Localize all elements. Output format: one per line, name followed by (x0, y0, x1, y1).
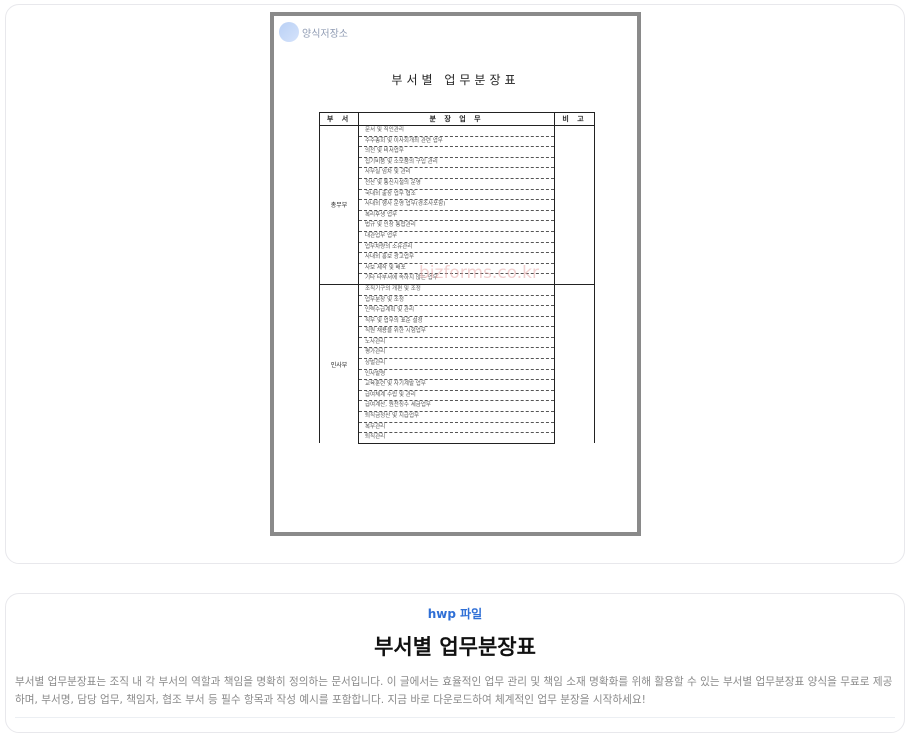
document-title: 부서별 업무분장표 (391, 73, 520, 87)
duty-cell: 인사발령 (358, 369, 555, 381)
table-row: 평가관리 (320, 347, 595, 360)
duty-cell: 복리후생 업무 (358, 210, 555, 222)
divider (15, 717, 895, 718)
site-logo: 양식저장소 (279, 22, 348, 42)
header-duty: 분 장 업 무 (358, 112, 555, 126)
duty-cell: 사내외 홍보 광고업무 (358, 252, 555, 264)
duty-cell: 퇴직관리 (358, 432, 555, 444)
duty-cell: 평가관리 (358, 347, 555, 360)
note-cell (554, 283, 595, 444)
table-row: 직무 및 업무의 표준 설정 (320, 316, 595, 328)
duty-cell: 상벌관리 (358, 358, 555, 370)
preview-card: 양식저장소 부서별 업무분장표 부 서 분 장 업 무 비 고 총무부 문서 및 … (5, 4, 905, 564)
watermark: bizforms.co.kr (419, 263, 540, 283)
table-row: 급여체계 수립 및 관리 (320, 390, 595, 402)
table-row: 국내외 출장 업무 협조 (320, 189, 595, 201)
dept-cell: 인사부 (319, 283, 359, 444)
duty-cell: 직원 채용을 위한 시험업무 (358, 326, 555, 338)
table-row: 의전 및 비서업무 (320, 146, 595, 158)
duty-cell: 노사관리 (358, 337, 555, 349)
duty-cell: 조직기구의 개편 및 조정 (358, 283, 555, 296)
table-row: 복무관리 (320, 422, 595, 434)
table-row: 퇴직관리 (320, 432, 595, 444)
duty-cell: 업무차량의 소유관리 (358, 242, 555, 254)
table-row: 총무부 문서 및 직인관리 (319, 125, 595, 285)
duty-cell: 의전 및 비서업무 (358, 146, 555, 158)
duty-cell: 주주총회 및 이사회개최 관련 업무 (358, 136, 555, 148)
duty-cell: 급여체계 수립 및 관리 (358, 390, 555, 402)
logo-text: 양식저장소 (302, 28, 348, 40)
table-row: 대관업무 업무 (320, 231, 595, 243)
table-row: 업무분장 및 조정 (320, 295, 595, 307)
duty-cell: 법규 및 인장 통합관리 (358, 220, 555, 232)
table-row: 인사부 조직기구의 개편 및 조정 (319, 283, 595, 444)
header-note: 비 고 (554, 112, 595, 126)
dept-cell: 총무부 (319, 125, 359, 285)
table-row: 직원 채용을 위한 시험업무 (320, 326, 595, 338)
duty-cell: 집기비품 및 소모품의 구입 관리 (358, 157, 555, 169)
duty-cell: 전산 및 통신시설의 운영 (358, 178, 555, 190)
duty-cell: 대관업무 업무 (358, 231, 555, 243)
duty-table-body: 총무부 문서 및 직인관리 주주총회 및 이사회개최 관련 업무 의전 및 비서업무 집… (319, 125, 595, 444)
duty-cell: 사무실 임차 및 관리 (358, 167, 555, 179)
duty-cell: 인력수급계획 및 관리 (358, 305, 555, 317)
table-row: 급여계산, 원천징수 세금업무 (320, 400, 595, 413)
duty-cell: 퇴직금정산 및 지급업무 (358, 411, 555, 423)
table-row: 퇴직금정산 및 지급업무 (320, 411, 595, 423)
table-row: 집기비품 및 소모품의 구입 관리 (320, 157, 595, 169)
table-row: 사무실 임차 및 관리 (320, 167, 595, 179)
table-row: 사내외 행사 운영 업무(경조사포함) (320, 199, 595, 211)
duty-cell: 급여계산, 원천징수 세금업무 (358, 400, 555, 413)
table-row: 복리후생 업무 (320, 210, 595, 222)
table-row: 사내외 홍보 광고업무 (320, 252, 595, 264)
table-row: 교육훈련 및 자기계발 업무 (320, 379, 595, 391)
duty-cell: 사내외 행사 운영 업무(경조사포함) (358, 199, 555, 211)
duty-cell: 업무분장 및 조정 (358, 295, 555, 307)
table-row: 법규 및 인장 통합관리 (320, 220, 595, 232)
duty-cell: 문서 및 직인관리 (358, 125, 555, 137)
duty-cell: 복무관리 (358, 422, 555, 434)
page-title: 부서별 업무분장표 (374, 635, 536, 659)
header-dept: 부 서 (319, 112, 359, 126)
info-card: hwp 파일 부서별 업무분장표 부서별 업무분장표는 조직 내 각 부서의 역… (5, 593, 905, 733)
file-type-label: hwp 파일 (427, 607, 483, 621)
duty-cell: 직무 및 업무의 표준 설정 (358, 316, 555, 328)
duty-cell: 국내외 출장 업무 협조 (358, 189, 555, 201)
table-row: 주주총회 및 이사회개최 관련 업무 (320, 136, 595, 148)
table-row: 상벌관리 (320, 358, 595, 370)
document-preview[interactable]: 양식저장소 부서별 업무분장표 부 서 분 장 업 무 비 고 총무부 문서 및 … (270, 12, 641, 536)
description: 부서별 업무분장표는 조직 내 각 부서의 역할과 책임을 명확히 정의하는 문… (15, 676, 893, 706)
table-row: 노사관리 (320, 337, 595, 349)
table-row: 업무차량의 소유관리 (320, 242, 595, 254)
table-row: 인사발령 (320, 369, 595, 381)
table-row: 전산 및 통신시설의 운영 (320, 178, 595, 190)
logo-icon (279, 22, 299, 42)
table-row: 인력수급계획 및 관리 (320, 305, 595, 317)
note-cell (554, 125, 595, 285)
duty-cell: 교육훈련 및 자기계발 업무 (358, 379, 555, 391)
